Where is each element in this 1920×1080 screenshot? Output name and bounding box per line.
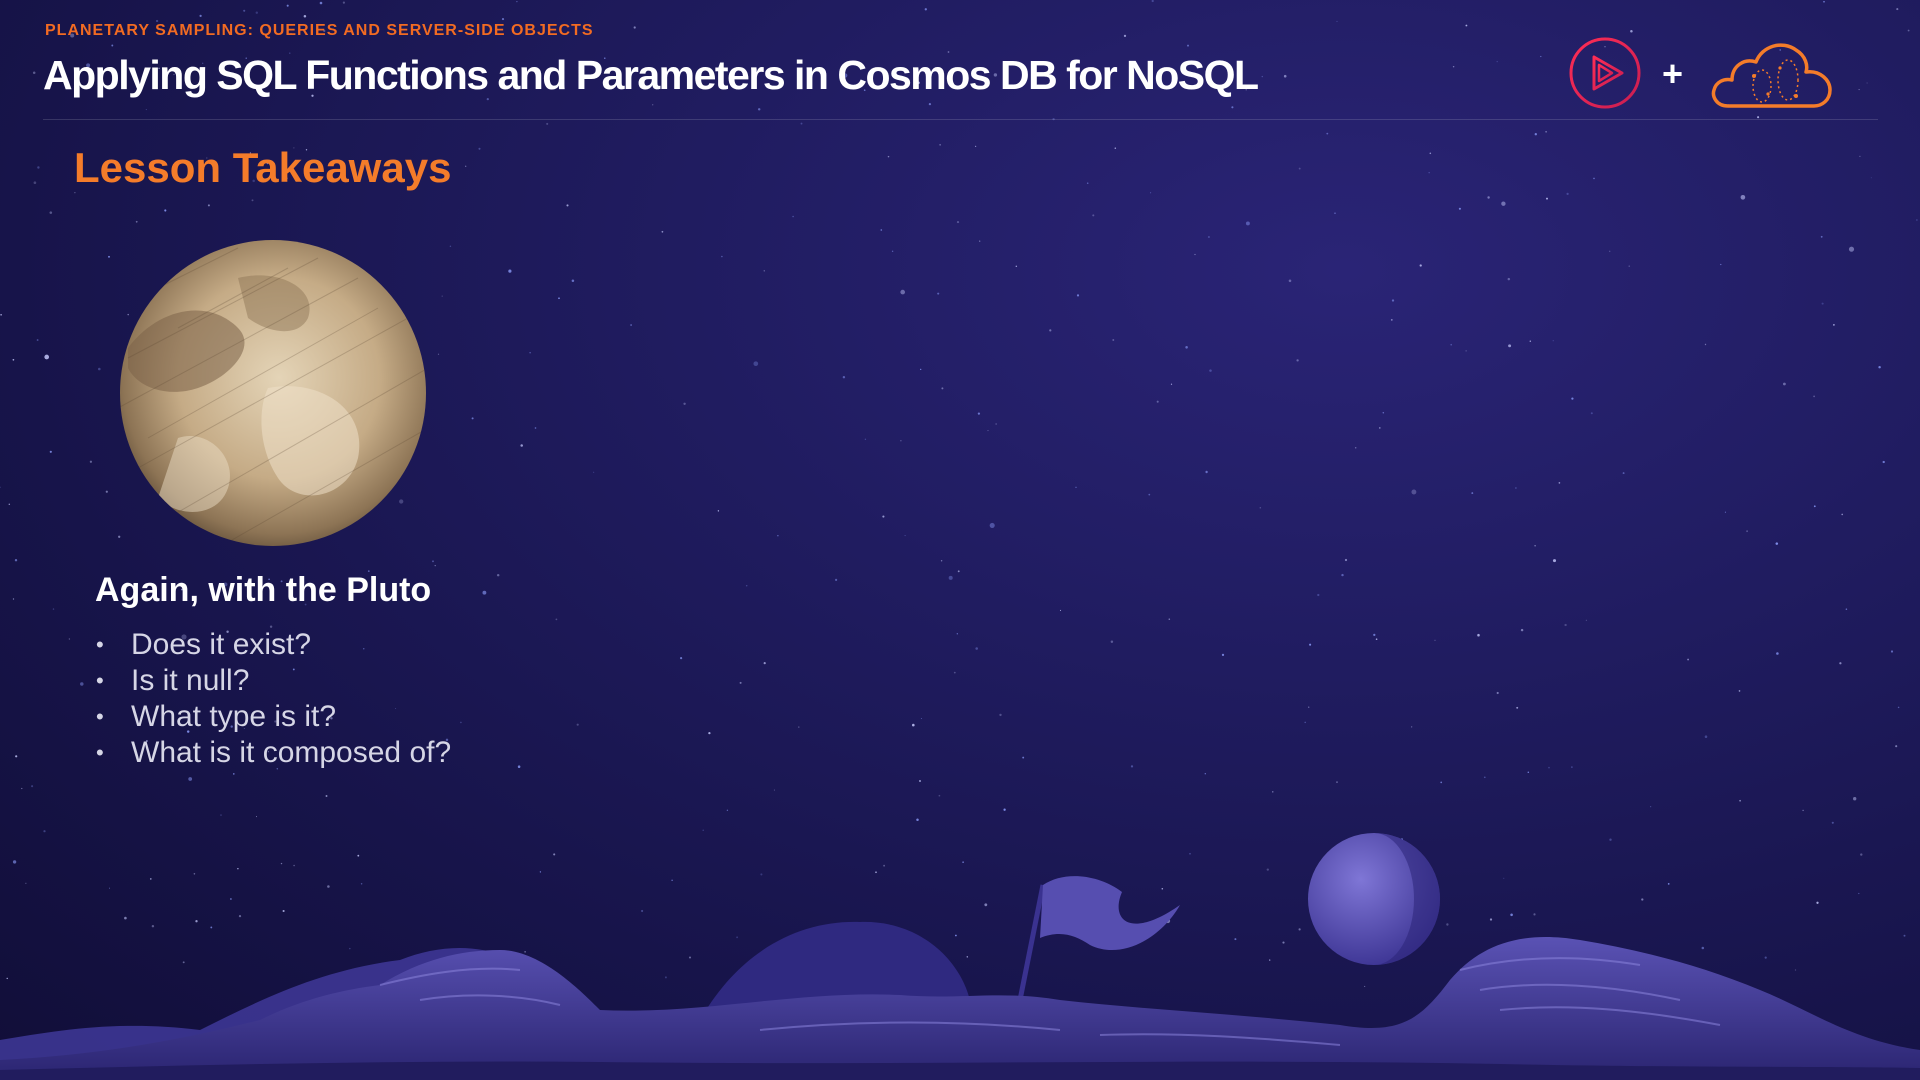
lunar-landscape-illustration — [0, 833, 1920, 1080]
flag-icon — [1040, 876, 1180, 951]
flag-pole-icon — [1017, 884, 1046, 1001]
slide: PLANETARY SAMPLING: QUERIES AND SERVER-S… — [0, 0, 1920, 1080]
